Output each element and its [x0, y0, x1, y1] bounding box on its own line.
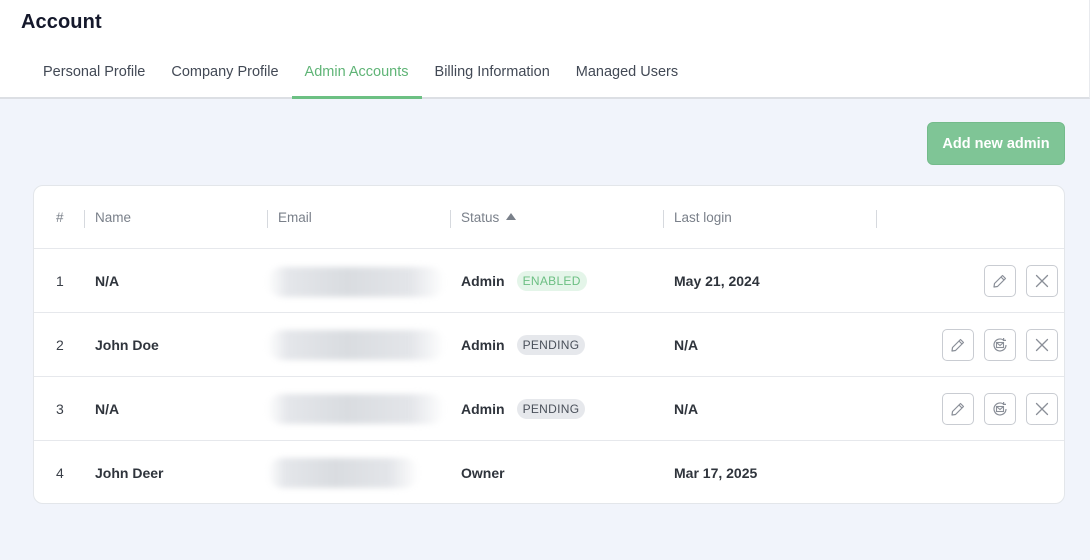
row-last-login: N/A	[674, 400, 699, 417]
table-header: # Name Email Status Last login	[34, 186, 1064, 249]
status-badge: PENDING	[516, 398, 586, 419]
row-role: Owner	[461, 465, 505, 481]
row-last-login: N/A	[674, 336, 699, 353]
resend-invite-button[interactable]	[984, 329, 1016, 361]
row-index: 3	[56, 400, 64, 417]
column-header-status[interactable]: Status	[461, 186, 517, 248]
column-divider	[876, 210, 877, 228]
table-row: 2 John Doe Admin PENDING N/A	[34, 313, 1064, 377]
account-header: Account Personal Profile Company Profile…	[0, 0, 1090, 99]
row-index: 4	[56, 465, 64, 481]
column-header-last-login[interactable]: Last login	[674, 186, 732, 248]
edit-button[interactable]	[942, 393, 974, 425]
row-status: Admin PENDING	[461, 377, 586, 440]
status-badge: PENDING	[516, 334, 586, 355]
status-badge: ENABLED	[516, 270, 587, 291]
row-name: N/A	[95, 272, 120, 289]
row-index: 1	[56, 272, 64, 289]
delete-button[interactable]	[1026, 393, 1058, 425]
edit-icon	[951, 402, 965, 416]
resend-invite-icon	[993, 402, 1007, 416]
column-header-index: #	[56, 209, 64, 225]
column-divider	[450, 210, 451, 228]
delete-button[interactable]	[1026, 329, 1058, 361]
column-header-status-label: Status	[461, 209, 500, 225]
tab-managed-users[interactable]: Managed Users	[563, 51, 691, 99]
page-title: Account	[21, 11, 102, 33]
edit-button[interactable]	[942, 329, 974, 361]
row-index: 2	[56, 336, 64, 353]
row-status: Admin ENABLED	[461, 249, 587, 312]
delete-icon	[1035, 402, 1049, 416]
redacted-email	[267, 458, 419, 488]
row-name: John Doe	[95, 336, 159, 353]
table-row: 4 John Deer Owner Mar 17, 2025	[34, 441, 1064, 503]
edit-button[interactable]	[984, 265, 1016, 297]
column-divider	[663, 210, 664, 228]
delete-icon	[1035, 338, 1049, 352]
table-row: 1 N/A Admin ENABLED May 21, 2024	[34, 249, 1064, 313]
edit-icon	[993, 274, 1007, 288]
redacted-email	[267, 267, 445, 297]
tab-admin-accounts[interactable]: Admin Accounts	[291, 51, 422, 99]
row-last-login: May 21, 2024	[674, 272, 760, 289]
resend-invite-button[interactable]	[984, 393, 1016, 425]
edit-icon	[951, 338, 965, 352]
add-new-admin-button[interactable]: Add new admin	[927, 122, 1065, 165]
sort-up-icon[interactable]	[505, 212, 517, 222]
row-status: Admin PENDING	[461, 313, 586, 376]
delete-button[interactable]	[1026, 265, 1058, 297]
table-row: 3 N/A Admin PENDING N/A	[34, 377, 1064, 441]
tab-billing-information[interactable]: Billing Information	[422, 51, 563, 99]
row-status: Owner	[461, 441, 505, 503]
column-divider	[267, 210, 268, 228]
resend-invite-icon	[993, 338, 1007, 352]
column-header-email[interactable]: Email	[278, 186, 312, 248]
delete-icon	[1035, 274, 1049, 288]
admin-accounts-table: # Name Email Status Last login 1 N/A Adm…	[33, 185, 1065, 504]
account-tabs: Personal Profile Company Profile Admin A…	[30, 51, 691, 99]
redacted-email	[267, 394, 445, 424]
tab-personal-profile[interactable]: Personal Profile	[30, 51, 158, 99]
row-name: John Deer	[95, 465, 164, 481]
column-header-name[interactable]: Name	[95, 186, 131, 248]
row-role: Admin	[461, 400, 505, 417]
row-name: N/A	[95, 400, 120, 417]
column-divider	[84, 210, 85, 228]
redacted-email	[267, 330, 445, 360]
row-role: Admin	[461, 272, 505, 289]
row-last-login: Mar 17, 2025	[674, 465, 758, 481]
tab-company-profile[interactable]: Company Profile	[158, 51, 291, 99]
row-role: Admin	[461, 336, 505, 353]
